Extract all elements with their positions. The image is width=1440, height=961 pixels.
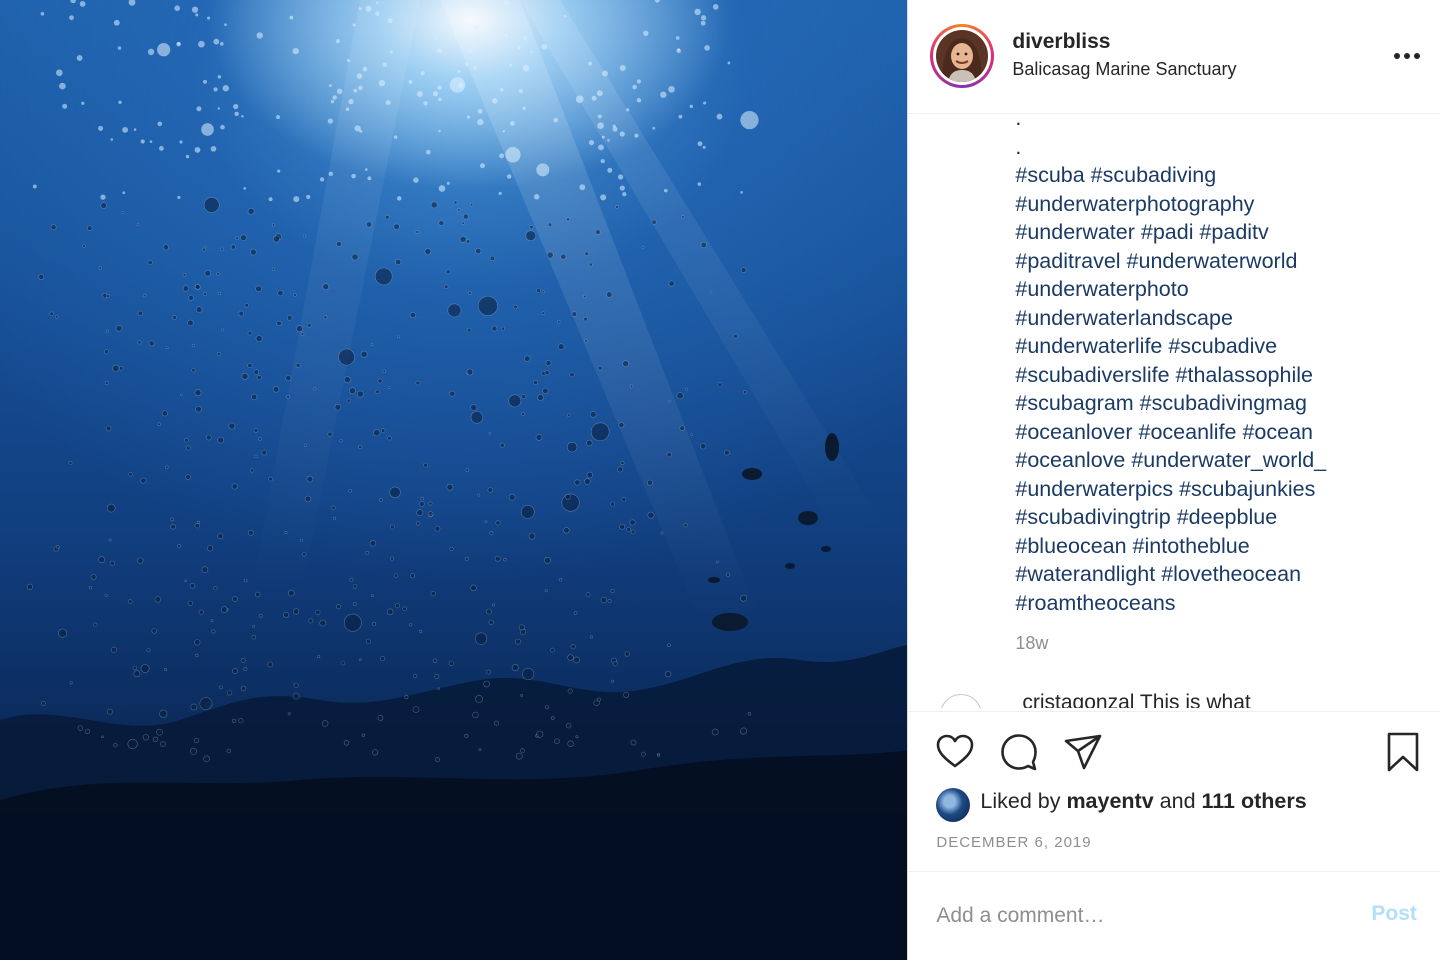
post-location[interactable]: Balicasag Marine Sanctuary [1012,59,1236,80]
likes-middle: and [1153,789,1202,813]
post-date[interactable]: DECEMBER 6, 2019 [936,834,1091,851]
likes-others[interactable]: 111 others [1202,789,1307,813]
profile-avatar[interactable] [930,24,995,88]
avatar-face-icon [942,38,983,82]
post-photo[interactable] [0,0,908,960]
comment-icon[interactable] [998,731,1040,773]
hashtag-line[interactable]: #blueocean #intotheblue [1015,532,1415,561]
likes-prefix: Liked by [980,789,1067,813]
hashtag-line[interactable]: #scubadivingtrip #deepblue [1015,503,1415,532]
hashtag-line[interactable]: #scubadiverslife #thalassophile [1015,361,1415,390]
heart-icon[interactable] [934,731,976,773]
hashtag-line[interactable]: #oceanlove #underwater_world_ [1015,446,1415,475]
underwater-scene [0,0,908,960]
hashtag-line[interactable]: #paditravel #underwaterworld [1015,247,1415,276]
post-comment-button[interactable]: Post [1371,902,1417,926]
share-icon[interactable] [1062,731,1104,773]
comment-row-partial: cristagonzal This is what [938,688,1418,708]
post-header: diverbliss Balicasag Marine Sanctuary [908,0,1440,114]
post-caption: . . #scuba #scubadiving #underwaterphoto… [1015,104,1415,617]
commenter-avatar[interactable] [940,694,983,708]
comment-input[interactable] [936,900,1337,932]
hashtag-line[interactable]: #underwaterlife #scubadive [1015,332,1415,361]
hashtag-line[interactable]: #waterandlight #lovetheocean [1015,560,1415,589]
liker-avatar[interactable] [936,788,971,822]
hashtag-line[interactable]: #underwaterpics #scubajunkies [1015,475,1415,504]
likes-user[interactable]: mayentv [1066,789,1153,813]
post-username[interactable]: diverbliss [1012,30,1110,54]
hashtag-line[interactable]: #roamtheoceans [1015,589,1415,618]
post-details-panel: diverbliss Balicasag Marine Sanctuary . … [907,0,1440,960]
hashtag-line[interactable]: #underwaterphotography [1015,190,1415,219]
likes-summary[interactable]: Liked by mayentv and 111 others [980,789,1306,814]
post-actions: Liked by mayentv and 111 others DECEMBER… [908,711,1440,872]
hashtag-line[interactable]: #scubagram #scubadivingmag [1015,389,1415,418]
hashtag-line[interactable]: #oceanlover #oceanlife #ocean [1015,418,1415,447]
comment-text: cristagonzal This is what [1022,691,1251,708]
hashtag-line[interactable]: #underwater #padi #paditv [1015,218,1415,247]
caption-dot: . [1015,134,1022,159]
hashtag-line[interactable]: #scuba #scubadiving [1015,161,1415,190]
caption-dot: . [1015,106,1022,130]
more-options-icon[interactable] [1392,44,1422,68]
hashtag-line[interactable]: #underwaterlandscape [1015,304,1415,333]
bookmark-icon[interactable] [1382,731,1424,773]
post-age[interactable]: 18w [1015,633,1048,654]
hashtag-line[interactable]: #underwaterphoto [1015,275,1415,304]
comment-box: Post [908,871,1440,961]
